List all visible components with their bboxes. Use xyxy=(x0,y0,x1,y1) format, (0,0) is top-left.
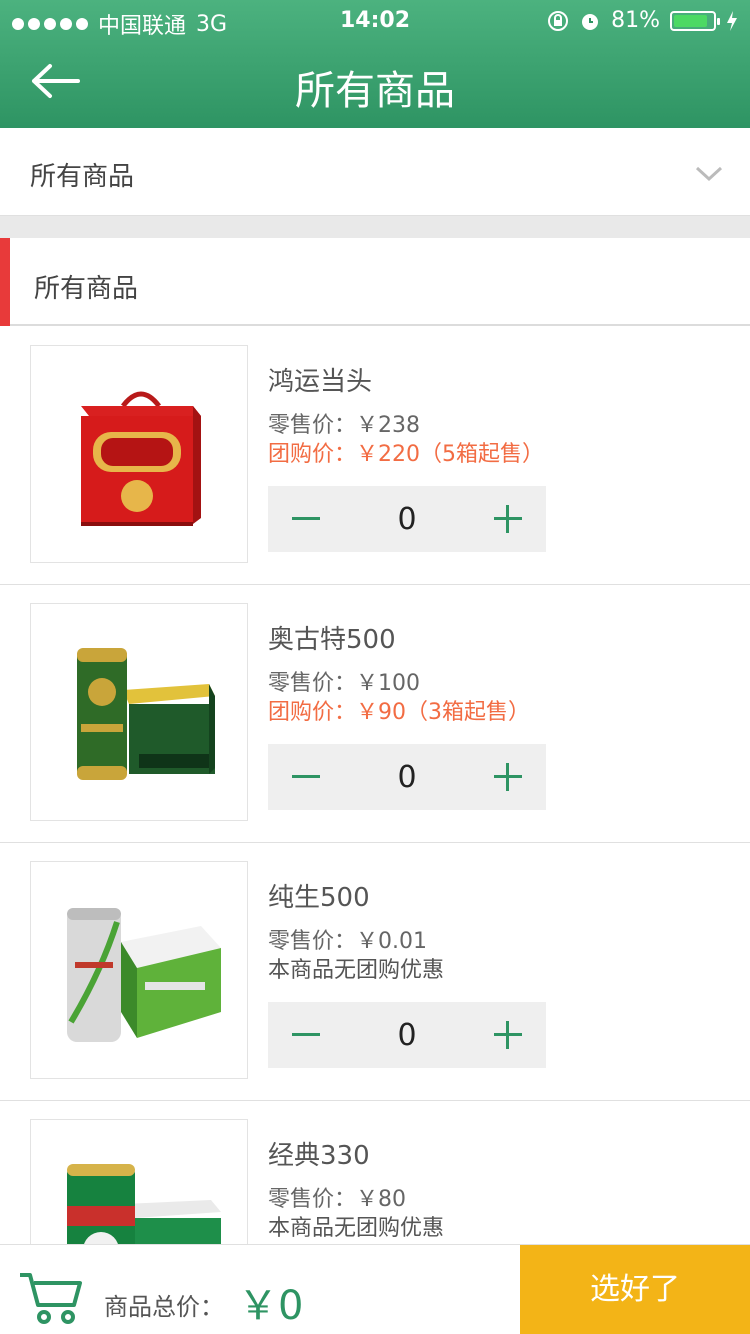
product-image[interactable] xyxy=(30,345,248,563)
status-right: 81% xyxy=(547,8,738,33)
charging-icon xyxy=(727,10,737,31)
battery-icon xyxy=(670,10,720,31)
beer-can-box-image xyxy=(77,648,215,780)
total-label: 商品总价： xyxy=(104,1293,224,1321)
cart-bar: 商品总价： ￥0 选好了 xyxy=(0,1244,750,1334)
product-image[interactable] xyxy=(30,861,248,1079)
cart-icon[interactable] xyxy=(18,1269,84,1325)
product-item: 鸿运当头 零售价：￥238 团购价：￥220（5箱起售） 0 xyxy=(0,327,750,585)
product-item: 奥古特500 零售价：￥100 团购价：￥90（3箱起售） 0 xyxy=(0,585,750,843)
increment-button[interactable] xyxy=(494,1021,522,1049)
page-title: 所有商品 xyxy=(295,68,455,114)
beer-can-box-image xyxy=(67,908,221,1042)
confirm-selection-button[interactable]: 选好了 xyxy=(520,1245,750,1334)
alarm-icon xyxy=(582,13,599,30)
quantity-stepper: 0 xyxy=(268,1002,546,1068)
gift-box-image xyxy=(81,391,201,526)
group-price: 团购价：￥90（3箱起售） xyxy=(268,700,530,725)
product-name: 纯生500 xyxy=(268,883,370,913)
group-price: 本商品无团购优惠 xyxy=(268,1216,445,1241)
total-price: ￥0 xyxy=(238,1283,304,1329)
filter-label: 所有商品 xyxy=(30,162,135,192)
quantity-stepper: 0 xyxy=(268,744,546,810)
product-name: 经典330 xyxy=(268,1141,370,1171)
product-list: 鸿运当头 零售价：￥238 团购价：￥220（5箱起售） 0 奥古特500 零售… xyxy=(0,327,750,1334)
top-header: 中国联通 3G 14:02 81% 所有商品 xyxy=(0,0,750,128)
category-filter-dropdown[interactable]: 所有商品 xyxy=(0,128,750,216)
increment-button[interactable] xyxy=(494,763,522,791)
status-bar: 中国联通 3G 14:02 81% xyxy=(0,0,750,40)
retail-price: 零售价：￥0.01 xyxy=(268,929,427,954)
category-label: 所有商品 xyxy=(34,274,139,304)
group-price: 团购价：￥220（5箱起售） xyxy=(268,442,544,467)
category-header: 所有商品 xyxy=(0,238,750,326)
battery-percent: 81% xyxy=(611,8,660,33)
chevron-down-icon xyxy=(695,166,723,182)
product-name: 鸿运当头 xyxy=(268,367,373,397)
quantity-stepper: 0 xyxy=(268,486,546,552)
retail-price: 零售价：￥238 xyxy=(268,413,420,438)
product-item: 纯生500 零售价：￥0.01 本商品无团购优惠 0 xyxy=(0,843,750,1101)
rotation-lock-icon xyxy=(548,10,569,31)
group-price: 本商品无团购优惠 xyxy=(268,958,445,983)
retail-price: 零售价：￥100 xyxy=(268,671,420,696)
retail-price: 零售价：￥80 xyxy=(268,1187,406,1212)
product-image[interactable] xyxy=(30,603,248,821)
increment-button[interactable] xyxy=(494,505,522,533)
category-marker xyxy=(0,238,10,326)
product-name: 奥古特500 xyxy=(268,625,396,655)
section-divider xyxy=(0,216,750,238)
